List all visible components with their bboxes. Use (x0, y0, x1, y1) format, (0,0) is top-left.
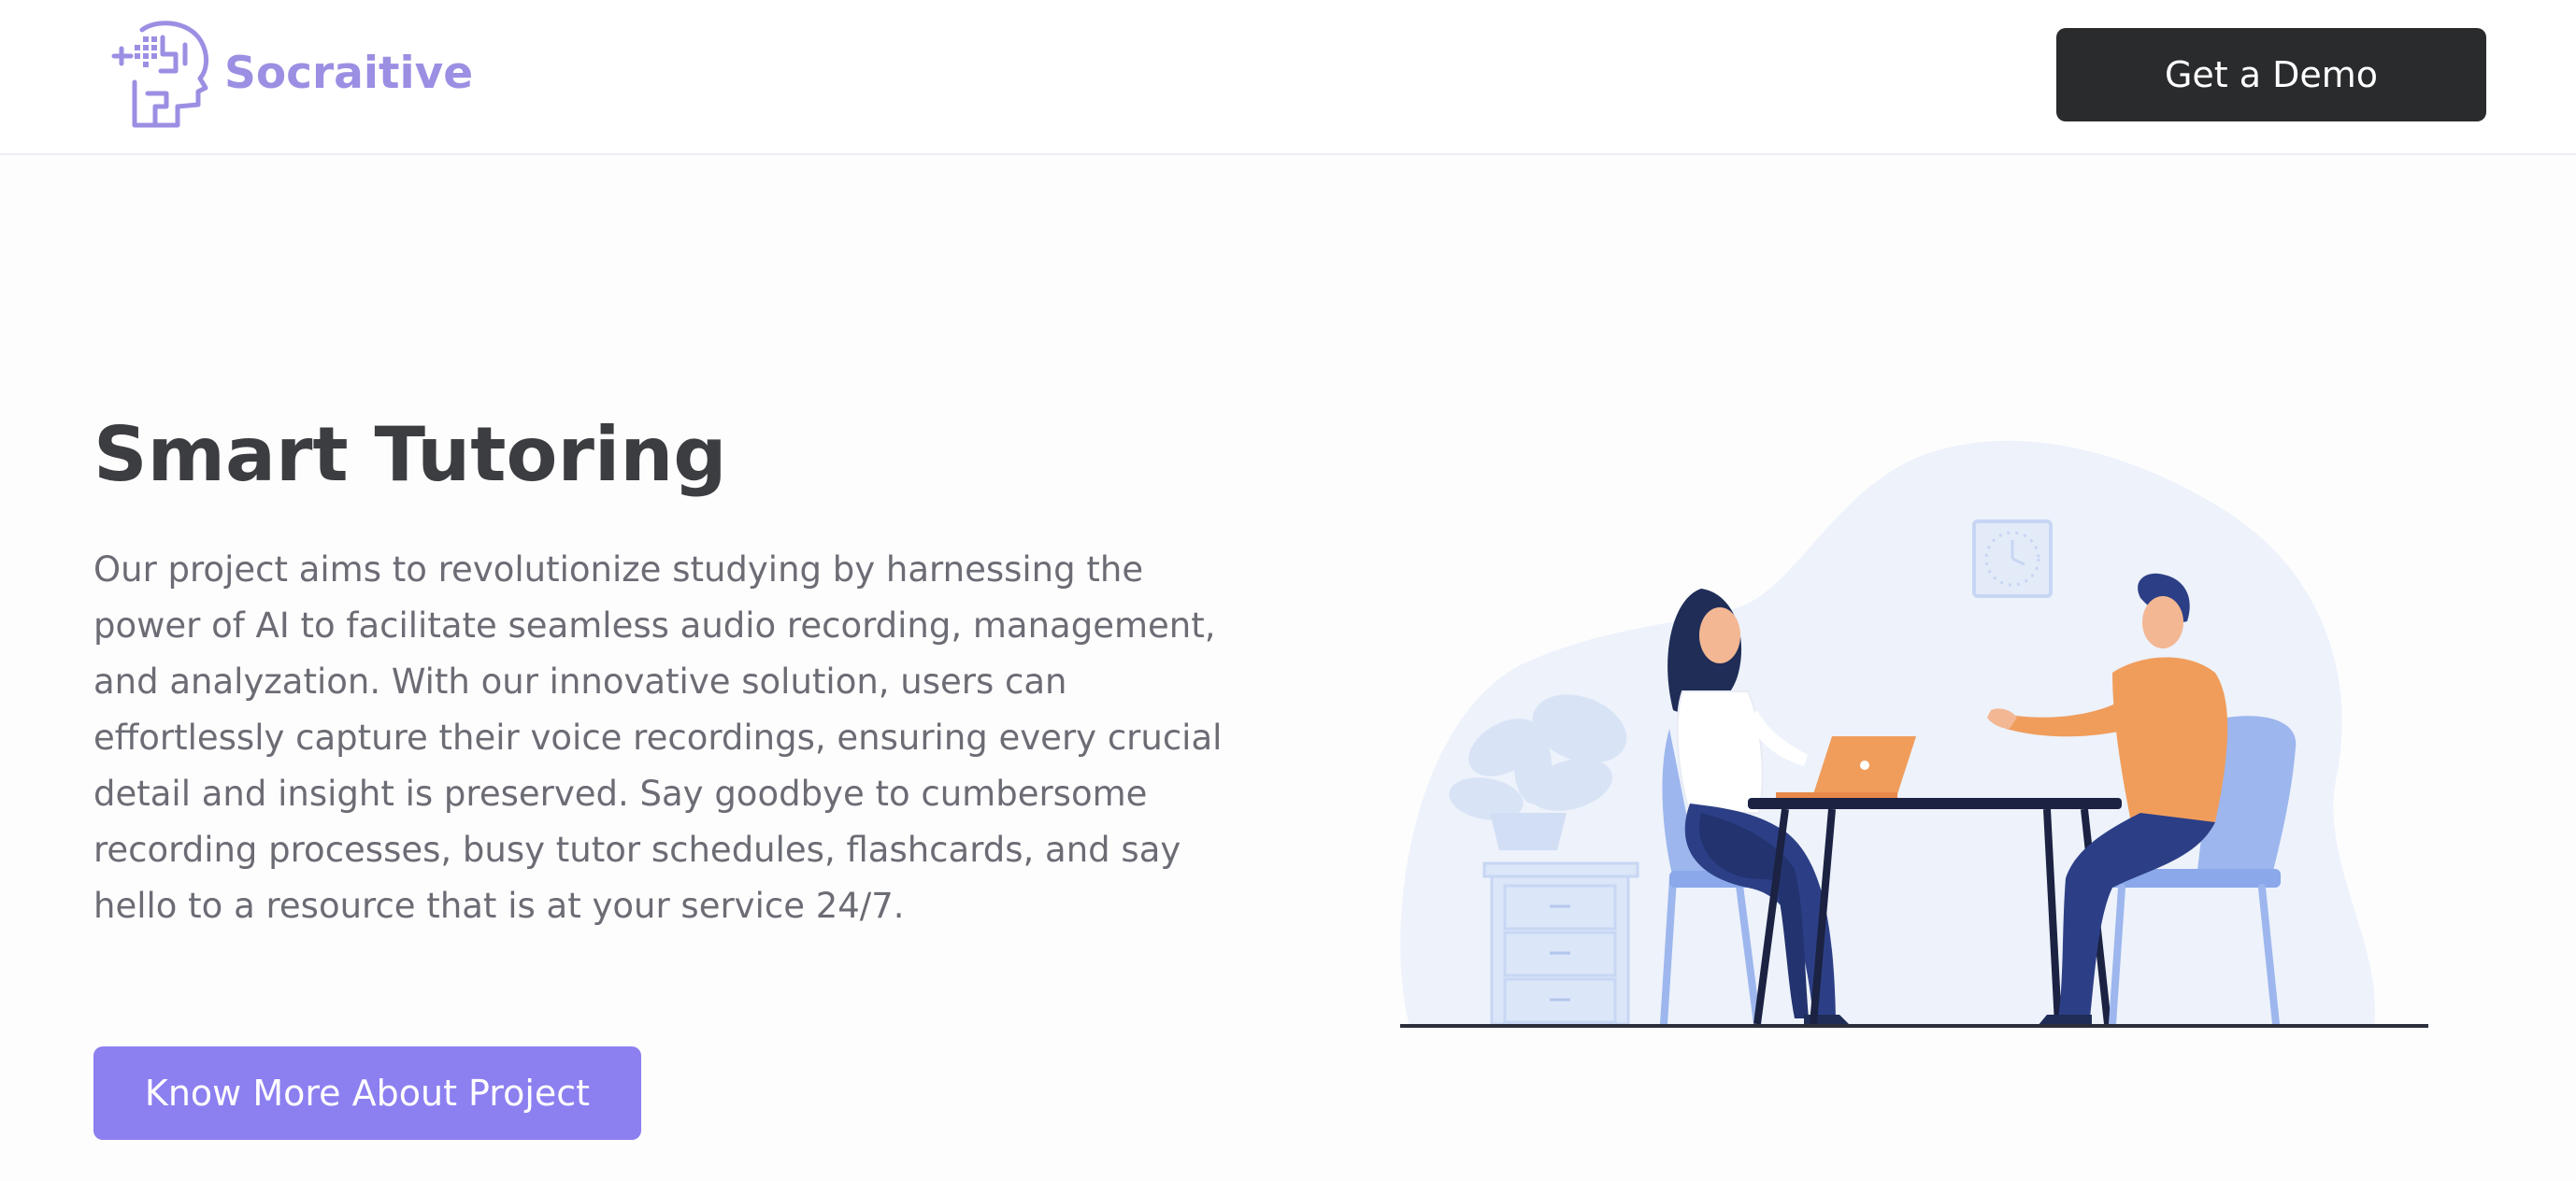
know-more-button[interactable]: Know More About Project (93, 1046, 641, 1140)
tutoring-session-illustration (1393, 439, 2436, 1037)
navbar: Socraitive Get a Demo (0, 0, 2576, 155)
plant-pot (1490, 813, 1567, 850)
clock-icon (1972, 519, 2053, 598)
get-a-demo-button[interactable]: Get a Demo (2056, 28, 2486, 121)
head-circuit-icon (110, 17, 213, 129)
hero-description: Our project aims to revolutionize studyi… (93, 549, 1223, 926)
hero-title: Smart Tutoring (93, 411, 727, 498)
brand-logo[interactable]: Socraitive (110, 15, 473, 131)
brand-name: Socraitive (224, 47, 474, 99)
